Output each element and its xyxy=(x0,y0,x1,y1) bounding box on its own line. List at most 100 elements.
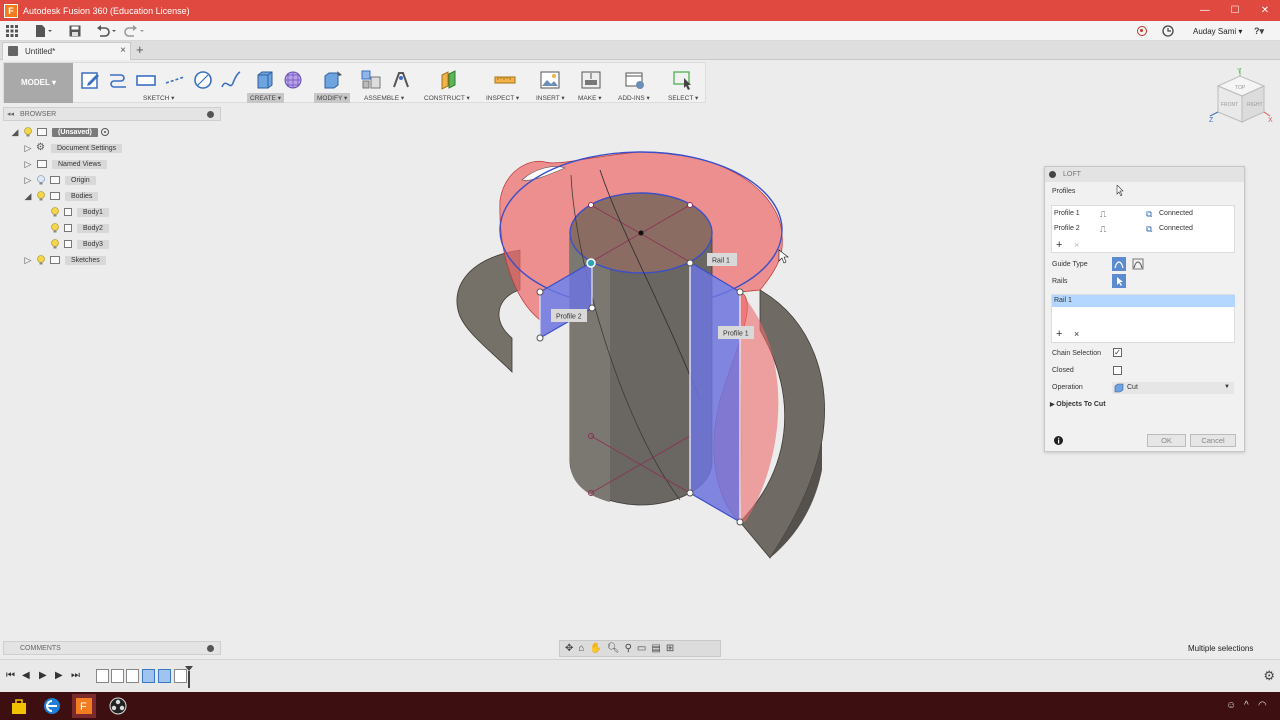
create-sketch-icon[interactable] xyxy=(80,69,102,91)
browser-item-named-views[interactable]: ▷ Named Views xyxy=(23,158,108,170)
circle-icon[interactable] xyxy=(192,69,214,91)
collapse-dialog-icon[interactable] xyxy=(1049,171,1056,178)
timeline-previous-button[interactable]: ◀ xyxy=(22,670,30,681)
browser-item-document-settings[interactable]: ▷ ⚙ Document Settings xyxy=(23,142,123,154)
expand-triangle-icon[interactable]: ▷ xyxy=(23,255,33,266)
maximize-button[interactable]: ☐ xyxy=(1220,0,1250,21)
select-icon[interactable] xyxy=(672,69,694,91)
browser-item-bodies[interactable]: ◢ Bodies xyxy=(23,190,99,202)
timeline-first-button[interactable]: ⏮ xyxy=(6,670,15,681)
press-pull-icon[interactable] xyxy=(322,69,344,91)
form-icon[interactable] xyxy=(282,69,304,91)
sketch-menu[interactable]: SKETCH ▾ xyxy=(143,94,174,102)
browser-item-origin[interactable]: ▷ Origin xyxy=(23,174,96,186)
panel-pin-icon[interactable] xyxy=(207,645,214,652)
visibility-bulb-icon[interactable] xyxy=(23,127,33,137)
guide-type-centerline-icon[interactable] xyxy=(1131,257,1145,271)
addins-menu[interactable]: ADD-INS ▾ xyxy=(618,94,650,102)
collapse-triangle-icon[interactable]: ◢ xyxy=(23,191,33,202)
browser-item-body2[interactable]: Body2 xyxy=(47,222,109,234)
line-icon[interactable] xyxy=(107,69,129,91)
construction-line-icon[interactable] xyxy=(164,69,186,91)
comments-panel-header[interactable]: COMMENTS xyxy=(3,641,221,655)
info-icon[interactable] xyxy=(1054,436,1063,445)
edge-browser-icon[interactable] xyxy=(42,696,62,716)
timeline-last-button[interactable]: ⏭ xyxy=(71,670,80,681)
display-settings-icon[interactable]: ▭ xyxy=(637,643,646,654)
rails-select-icon[interactable] xyxy=(1112,274,1126,288)
zoom-window-icon[interactable]: ⚲ xyxy=(625,643,632,654)
active-component-radio-icon[interactable] xyxy=(100,128,109,136)
data-panel-grid-icon[interactable] xyxy=(6,25,18,37)
browser-item-body3[interactable]: Body3 xyxy=(47,238,109,250)
objects-to-cut-section[interactable]: ▶ Objects To Cut xyxy=(1050,401,1106,408)
pan-icon[interactable]: ✋ xyxy=(589,643,601,654)
obs-recorder-icon[interactable] xyxy=(108,696,128,716)
visibility-bulb-icon[interactable] xyxy=(36,255,46,265)
measure-icon[interactable] xyxy=(494,69,516,91)
timeline-feature[interactable] xyxy=(126,669,139,683)
visibility-bulb-off-icon[interactable] xyxy=(36,175,46,185)
offset-plane-icon[interactable] xyxy=(438,69,460,91)
profile-row-2[interactable]: Profile 2 ⎍ ⧉ Connected xyxy=(1054,224,1234,236)
document-tab[interactable]: Untitled* × xyxy=(2,42,131,60)
collapse-panel-icon[interactable]: ◂◂ xyxy=(7,110,14,118)
remove-rail-icon[interactable]: × xyxy=(1074,329,1079,339)
timeline-settings-gear-icon[interactable]: ⚙ xyxy=(1263,668,1275,684)
job-status-clock-icon[interactable] xyxy=(1162,25,1174,37)
profile-end-condition-icon[interactable]: ⎍ xyxy=(1100,224,1106,235)
chain-selection-checkbox[interactable]: ✓ xyxy=(1113,348,1122,357)
closed-checkbox[interactable] xyxy=(1113,366,1122,375)
make-menu[interactable]: MAKE ▾ xyxy=(578,94,602,102)
browser-root-node[interactable]: ◢ (Unsaved) xyxy=(10,126,109,138)
visibility-bulb-icon[interactable] xyxy=(50,207,60,217)
add-rail-icon[interactable]: + xyxy=(1056,328,1062,340)
profile-status[interactable]: Connected xyxy=(1159,210,1193,217)
cancel-button[interactable]: Cancel xyxy=(1190,434,1236,447)
record-icon[interactable] xyxy=(1137,26,1147,36)
expand-triangle-icon[interactable]: ▷ xyxy=(23,143,33,154)
viewports-icon[interactable]: ⊞ xyxy=(666,643,674,654)
browser-item-sketches[interactable]: ▷ Sketches xyxy=(23,254,106,266)
spline-icon[interactable] xyxy=(220,69,242,91)
timeline-sketch-feature[interactable] xyxy=(96,669,109,683)
timeline-sketch-feature[interactable] xyxy=(142,669,155,683)
rectangle-icon[interactable] xyxy=(135,69,157,91)
expand-triangle-icon[interactable]: ▷ xyxy=(23,159,33,170)
people-icon[interactable]: ☺ xyxy=(1226,700,1236,711)
insert-menu[interactable]: INSERT ▾ xyxy=(536,94,565,102)
construct-menu[interactable]: CONSTRUCT ▾ xyxy=(424,94,470,102)
redo-icon[interactable] xyxy=(124,25,146,37)
look-at-icon[interactable]: ⌂ xyxy=(578,643,584,654)
extrude-icon[interactable] xyxy=(254,69,276,91)
close-button[interactable]: ✕ xyxy=(1250,0,1280,21)
scripts-addins-icon[interactable] xyxy=(624,69,646,91)
orbit-icon[interactable]: ✥ xyxy=(565,643,573,654)
joint-icon[interactable] xyxy=(390,69,412,91)
workspace-switcher[interactable]: MODEL ▾ xyxy=(4,63,73,103)
canvas-viewport[interactable]: Rail 1 Profile 1 Profile 2 xyxy=(440,140,840,570)
visibility-bulb-icon[interactable] xyxy=(36,191,46,201)
expand-triangle-icon[interactable]: ▷ xyxy=(23,175,33,186)
profile-1-face[interactable] xyxy=(689,260,741,524)
browser-panel-header[interactable]: ◂◂ BROWSER xyxy=(3,107,221,121)
timeline-feature[interactable] xyxy=(111,669,124,683)
select-menu[interactable]: SELECT ▾ xyxy=(668,94,698,102)
operation-select[interactable]: Cut ▼ xyxy=(1112,382,1234,394)
timeline-sketch-feature[interactable] xyxy=(158,669,171,683)
file-menu-icon[interactable] xyxy=(35,25,53,37)
help-menu-icon[interactable]: ?▾ xyxy=(1254,26,1264,37)
profile-end-condition-icon[interactable]: ⎍ xyxy=(1100,209,1106,220)
panel-pin-icon[interactable] xyxy=(207,111,214,118)
browser-item-body1[interactable]: Body1 xyxy=(47,206,109,218)
store-icon[interactable] xyxy=(9,696,29,716)
minimize-button[interactable]: — xyxy=(1190,0,1220,21)
timeline-next-button[interactable]: ▶ xyxy=(55,670,63,681)
viewcube[interactable]: Y TOP FRONT RIGHT Z X xyxy=(1206,64,1276,134)
grid-snaps-icon[interactable]: ▤ xyxy=(651,643,660,654)
selected-vertex[interactable] xyxy=(586,258,596,268)
new-tab-icon[interactable]: + xyxy=(136,42,144,57)
visibility-bulb-icon[interactable] xyxy=(50,223,60,233)
add-profile-icon[interactable]: + xyxy=(1056,239,1062,251)
guide-type-rails-icon[interactable] xyxy=(1112,257,1126,271)
